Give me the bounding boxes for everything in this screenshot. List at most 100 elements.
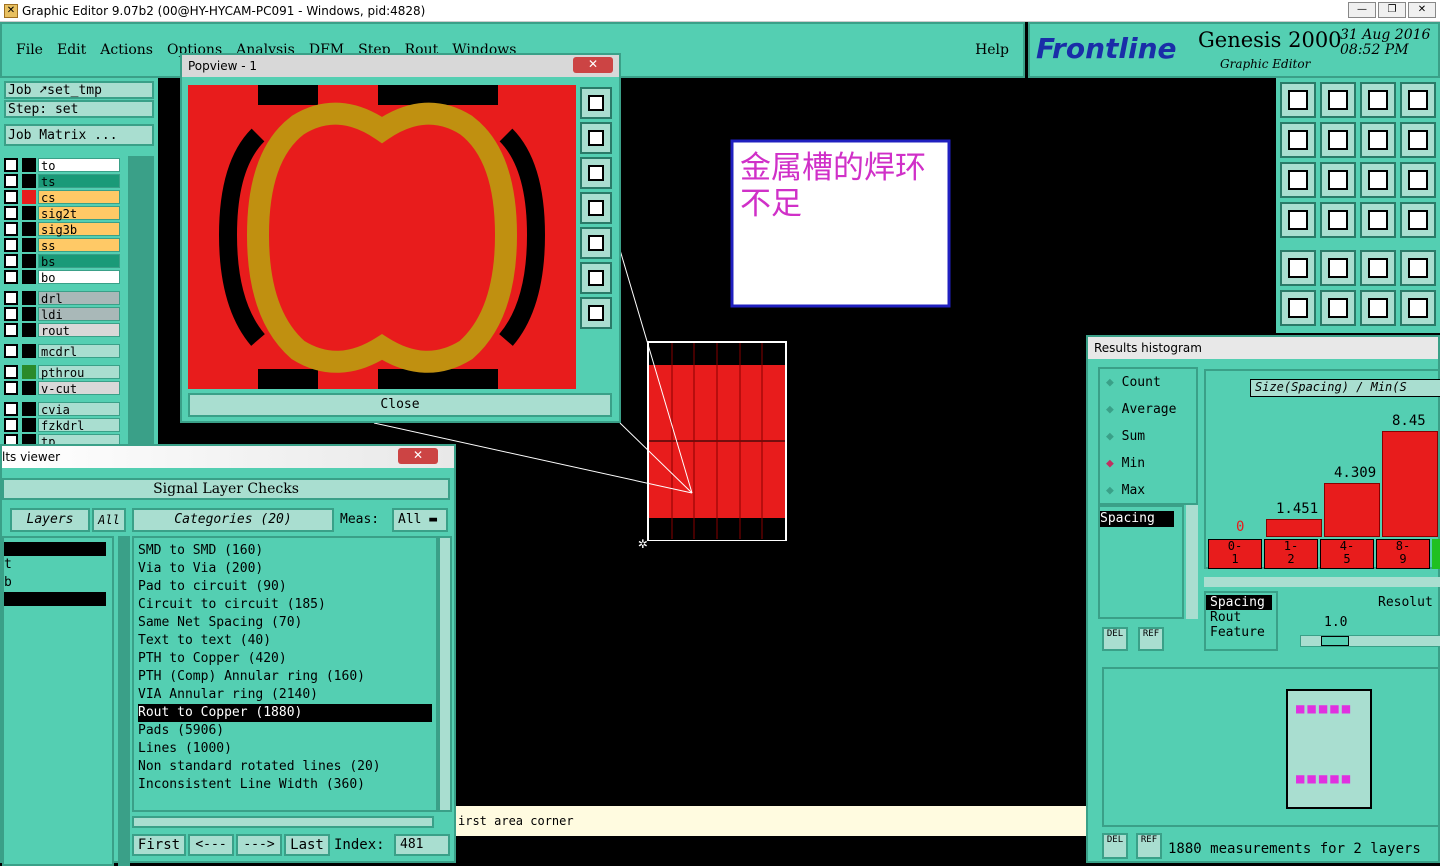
layer-row[interactable]: v-cut: [4, 381, 120, 396]
category-item[interactable]: Pad to circuit (90): [138, 578, 432, 596]
tool-button[interactable]: [1280, 122, 1316, 158]
tool-button[interactable]: [1360, 122, 1396, 158]
tool-button[interactable]: [1400, 162, 1436, 198]
popview-close-button[interactable]: Close: [188, 393, 612, 417]
category-item[interactable]: PTH (Comp) Annular ring (160): [138, 668, 432, 686]
tool-button[interactable]: [1400, 122, 1436, 158]
layer-row[interactable]: sig3b: [4, 222, 120, 237]
histogram-range[interactable]: 1- 2: [1264, 539, 1318, 569]
layer-checkbox[interactable]: [4, 402, 18, 416]
tool-button[interactable]: [1320, 162, 1356, 198]
layer-row[interactable]: ts: [4, 174, 120, 189]
tool-button[interactable]: [1280, 250, 1316, 286]
tool-button[interactable]: [1400, 202, 1436, 238]
category-item[interactable]: Same Net Spacing (70): [138, 614, 432, 632]
feature-list-item[interactable]: Feature: [1206, 625, 1276, 640]
layer-row[interactable]: drl: [4, 291, 120, 306]
tool-button[interactable]: [1360, 162, 1396, 198]
tool-button[interactable]: [1360, 202, 1396, 238]
layer-checkbox[interactable]: [4, 365, 18, 379]
histogram-bar[interactable]: [1324, 483, 1380, 537]
layer-row[interactable]: ldi: [4, 307, 120, 322]
layer-checkbox[interactable]: [4, 206, 18, 220]
categories-button[interactable]: Categories (20): [132, 508, 334, 532]
tool-button[interactable]: [1400, 250, 1436, 286]
menu-actions[interactable]: Actions: [100, 42, 153, 58]
del-button-2[interactable]: DEL: [1102, 833, 1128, 859]
tool-button[interactable]: [1280, 82, 1316, 118]
layer-row[interactable]: mcdrl: [4, 344, 120, 359]
category-item[interactable]: Circuit to circuit (185): [138, 596, 432, 614]
mode-radio[interactable]: ◆ Count: [1106, 375, 1161, 390]
layers-list-item[interactable]: b: [4, 574, 112, 592]
tool-button[interactable]: [1280, 290, 1316, 326]
last-button[interactable]: Last: [284, 834, 330, 856]
layer-row[interactable]: ss: [4, 238, 120, 253]
category-item[interactable]: Lines (1000): [138, 740, 432, 758]
popview-canvas[interactable]: [188, 85, 576, 389]
layer-checkbox[interactable]: [4, 270, 18, 284]
tool-button[interactable]: [1320, 250, 1356, 286]
feature-list[interactable]: Spacing Rout Feature: [1204, 591, 1278, 651]
category-item[interactable]: Pads (5906): [138, 722, 432, 740]
histogram-range[interactable]: 4- 5: [1320, 539, 1374, 569]
layer-checkbox[interactable]: [4, 344, 18, 358]
histogram-range[interactable]: 8- 9: [1376, 539, 1430, 569]
close-window-button[interactable]: ✕: [1408, 2, 1436, 18]
meas-select[interactable]: All ▬: [392, 508, 448, 532]
layer-row[interactable]: cvia: [4, 402, 120, 417]
layer-checkbox[interactable]: [4, 254, 18, 268]
measure-list-item[interactable]: Spacing: [1100, 511, 1174, 527]
tool-button[interactable]: [1320, 122, 1356, 158]
layer-row[interactable]: bs: [4, 254, 120, 269]
ref-button-1[interactable]: REF: [1138, 627, 1164, 651]
category-item[interactable]: Rout to Copper (1880): [138, 704, 432, 722]
layer-row[interactable]: cs: [4, 190, 120, 205]
layer-row[interactable]: pthrou: [4, 365, 120, 380]
tool-button[interactable]: [1320, 290, 1356, 326]
layer-row[interactable]: sig2t: [4, 206, 120, 221]
tool-button[interactable]: [1320, 82, 1356, 118]
tool-button[interactable]: [1280, 202, 1316, 238]
menu-help[interactable]: Help: [975, 42, 1009, 58]
layers-list-item[interactable]: t: [4, 556, 112, 574]
first-button[interactable]: First: [132, 834, 186, 856]
layer-scrollbar[interactable]: [128, 156, 154, 446]
popview-close-x[interactable]: ✕: [573, 57, 613, 73]
layers-all-button[interactable]: All: [92, 508, 126, 532]
tool-button[interactable]: [1360, 82, 1396, 118]
minimize-button[interactable]: —: [1348, 2, 1376, 18]
tool-button[interactable]: [1320, 202, 1356, 238]
category-item[interactable]: VIA Annular ring (2140): [138, 686, 432, 704]
next-button[interactable]: --->: [236, 834, 282, 856]
layer-checkbox[interactable]: [4, 174, 18, 188]
tool-button[interactable]: [1360, 250, 1396, 286]
layer-checkbox[interactable]: [4, 238, 18, 252]
resolution-slider-handle[interactable]: [1321, 636, 1349, 646]
layer-checkbox[interactable]: [4, 158, 18, 172]
category-item[interactable]: Text to text (40): [138, 632, 432, 650]
mode-radio[interactable]: ◆ Average: [1106, 402, 1176, 417]
categories-hscrollbar[interactable]: [132, 816, 434, 828]
mode-radio[interactable]: ◆ Min: [1106, 456, 1145, 471]
results-viewer-close-x[interactable]: ✕: [398, 448, 438, 464]
category-item[interactable]: PTH to Copper (420): [138, 650, 432, 668]
layer-checkbox[interactable]: [4, 418, 18, 432]
popview-pan-up-button[interactable]: [580, 122, 612, 154]
layer-checkbox[interactable]: [4, 307, 18, 321]
layers-button[interactable]: Layers: [10, 508, 90, 532]
layer-row[interactable]: to: [4, 158, 120, 173]
category-item[interactable]: Via to Via (200): [138, 560, 432, 578]
del-button-1[interactable]: DEL: [1102, 627, 1128, 651]
layers-list[interactable]: t b: [2, 536, 114, 866]
layers-scrollbar[interactable]: [118, 536, 130, 866]
mode-radio[interactable]: ◆ Max: [1106, 483, 1145, 498]
resolution-slider[interactable]: [1300, 635, 1440, 647]
layer-row[interactable]: rout: [4, 323, 120, 338]
measure-scrollbar[interactable]: [1186, 505, 1198, 619]
layer-row[interactable]: fzkdrl: [4, 418, 120, 433]
menu-file[interactable]: File: [16, 42, 43, 58]
tool-button[interactable]: [1360, 290, 1396, 326]
histogram-bar[interactable]: [1382, 431, 1438, 537]
layer-row[interactable]: bo: [4, 270, 120, 285]
